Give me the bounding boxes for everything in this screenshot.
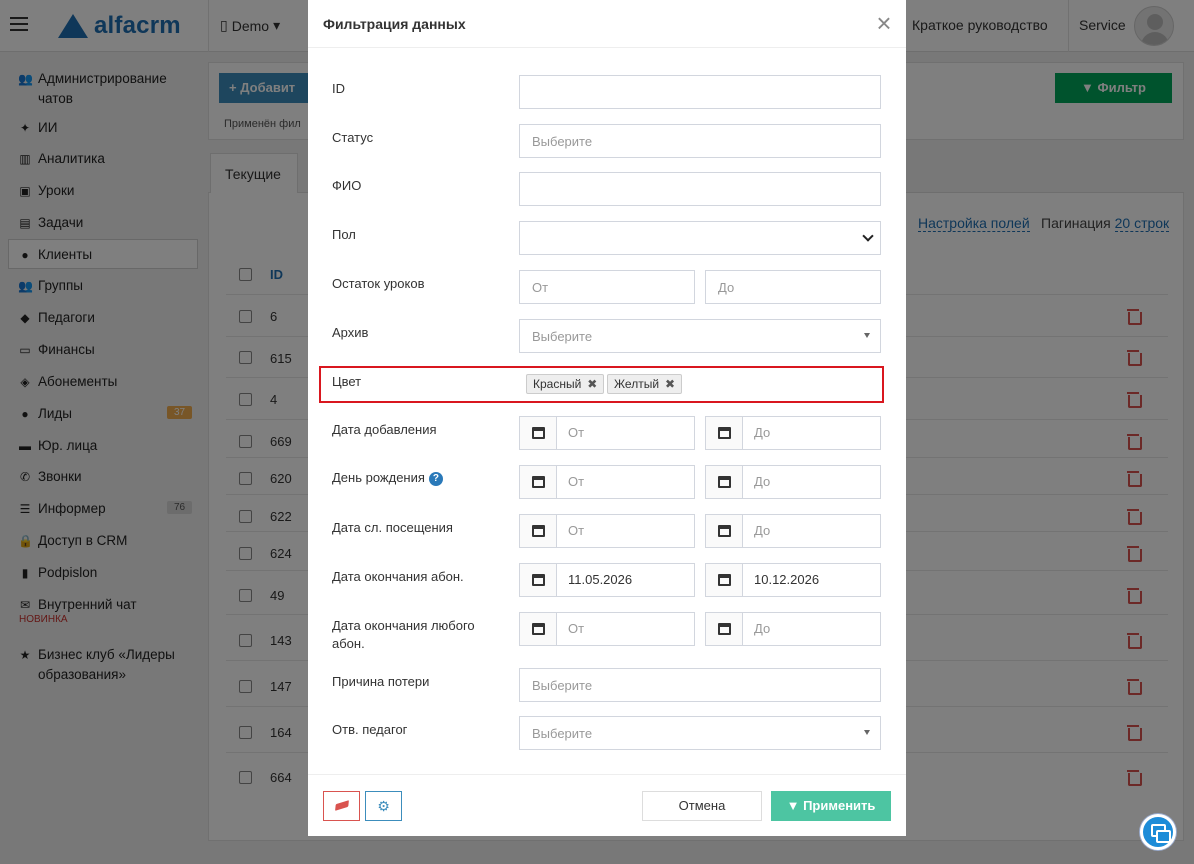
status-label: Статус <box>332 130 374 145</box>
teacher-select[interactable]: Выберите <box>519 716 881 750</box>
fio-label: ФИО <box>332 178 362 193</box>
calendar-icon[interactable] <box>520 564 557 596</box>
to-placeholder: До <box>754 425 771 440</box>
sub-end-to-value: 10.12.2026 <box>754 572 820 587</box>
calendar-icon[interactable] <box>520 613 557 645</box>
caret-down-icon <box>864 333 870 338</box>
to-placeholder: До <box>754 621 771 636</box>
remove-tag-icon[interactable]: ✖ <box>587 377 597 391</box>
lessons-left-to-field[interactable]: До <box>705 270 881 304</box>
fio-field[interactable] <box>519 172 881 206</box>
teacher-placeholder: Выберите <box>532 725 593 741</box>
chevron-down-icon <box>862 230 874 242</box>
id-field[interactable] <box>519 75 881 109</box>
modal-header: Фильтрация данных × <box>308 0 906 48</box>
apply-button-label: Применить <box>803 798 876 813</box>
color-tag-red: Красный ✖ <box>526 374 605 394</box>
color-label: Цвет <box>332 374 362 389</box>
color-tag-yellow: Желтый ✖ <box>607 374 683 394</box>
question-icon[interactable]: ? <box>428 472 443 486</box>
any-sub-end-from-field[interactable]: От <box>519 612 695 646</box>
close-icon[interactable]: × <box>873 10 895 36</box>
birthday-from-field[interactable]: От <box>519 465 695 499</box>
remove-tag-icon[interactable]: ✖ <box>665 377 675 391</box>
caret-down-icon <box>864 730 870 735</box>
lessons-left-from-field[interactable]: От <box>519 270 695 304</box>
gender-select[interactable] <box>519 221 881 255</box>
archive-label: Архив <box>332 325 369 340</box>
calendar-icon[interactable] <box>706 613 743 645</box>
eraser-icon <box>335 800 349 811</box>
last-visit-to-field[interactable]: До <box>705 514 881 548</box>
sub-end-from-value: 11.05.2026 <box>568 572 633 587</box>
birthday-label: День рождения? <box>332 469 443 487</box>
date-added-from-field[interactable]: От <box>519 416 695 450</box>
clear-filters-button[interactable] <box>323 791 360 821</box>
apply-button[interactable]: ▼ Применить <box>771 791 891 821</box>
calendar-icon[interactable] <box>706 515 743 547</box>
from-placeholder: От <box>568 523 585 538</box>
from-placeholder: От <box>532 279 549 295</box>
calendar-icon[interactable] <box>706 466 743 498</box>
tag-label: Желтый <box>614 377 660 391</box>
from-placeholder: От <box>568 425 585 440</box>
lessons-left-label: Остаток уроков <box>332 276 425 291</box>
to-placeholder: До <box>718 279 735 295</box>
to-placeholder: До <box>754 474 771 489</box>
loss-reason-label: Причина потери <box>332 674 430 689</box>
sub-end-label: Дата окончания абон. <box>332 569 464 584</box>
funnel-icon: ▼ <box>786 798 800 813</box>
calendar-icon[interactable] <box>520 417 557 449</box>
from-placeholder: От <box>568 621 585 636</box>
calendar-icon[interactable] <box>520 515 557 547</box>
id-label: ID <box>332 81 345 96</box>
cancel-button[interactable]: Отмена <box>642 791 762 821</box>
archive-placeholder: Выберите <box>532 328 593 344</box>
modal-title: Фильтрация данных <box>323 16 466 32</box>
birthday-to-field[interactable]: До <box>705 465 881 499</box>
date-added-to-field[interactable]: До <box>705 416 881 450</box>
status-placeholder: Выберите <box>532 133 593 149</box>
calendar-icon[interactable] <box>706 564 743 596</box>
from-placeholder: От <box>568 474 585 489</box>
calendar-icon[interactable] <box>706 417 743 449</box>
last-visit-from-field[interactable]: От <box>519 514 695 548</box>
calendar-icon[interactable] <box>520 466 557 498</box>
gear-icon: ⚙ <box>377 798 390 814</box>
gender-label: Пол <box>332 227 356 242</box>
loss-reason-placeholder: Выберите <box>532 677 593 693</box>
support-chat-button[interactable] <box>1140 814 1176 850</box>
tag-label: Красный <box>533 377 582 391</box>
archive-select[interactable]: Выберите <box>519 319 881 353</box>
filter-settings-button[interactable]: ⚙ <box>365 791 402 821</box>
last-visit-label: Дата сл. посещения <box>332 520 453 535</box>
birthday-label-text: День рождения <box>332 470 425 485</box>
sub-end-to-field[interactable]: 10.12.2026 <box>705 563 881 597</box>
loss-reason-select[interactable]: Выберите <box>519 668 881 702</box>
teacher-label: Отв. педагог <box>332 722 408 737</box>
any-sub-end-label: Дата окончания любого абон. <box>332 618 475 651</box>
status-select[interactable]: Выберите <box>519 124 881 158</box>
to-placeholder: До <box>754 523 771 538</box>
sub-end-from-field[interactable]: 11.05.2026 <box>519 563 695 597</box>
any-sub-end-to-field[interactable]: До <box>705 612 881 646</box>
date-added-label: Дата добавления <box>332 422 437 437</box>
